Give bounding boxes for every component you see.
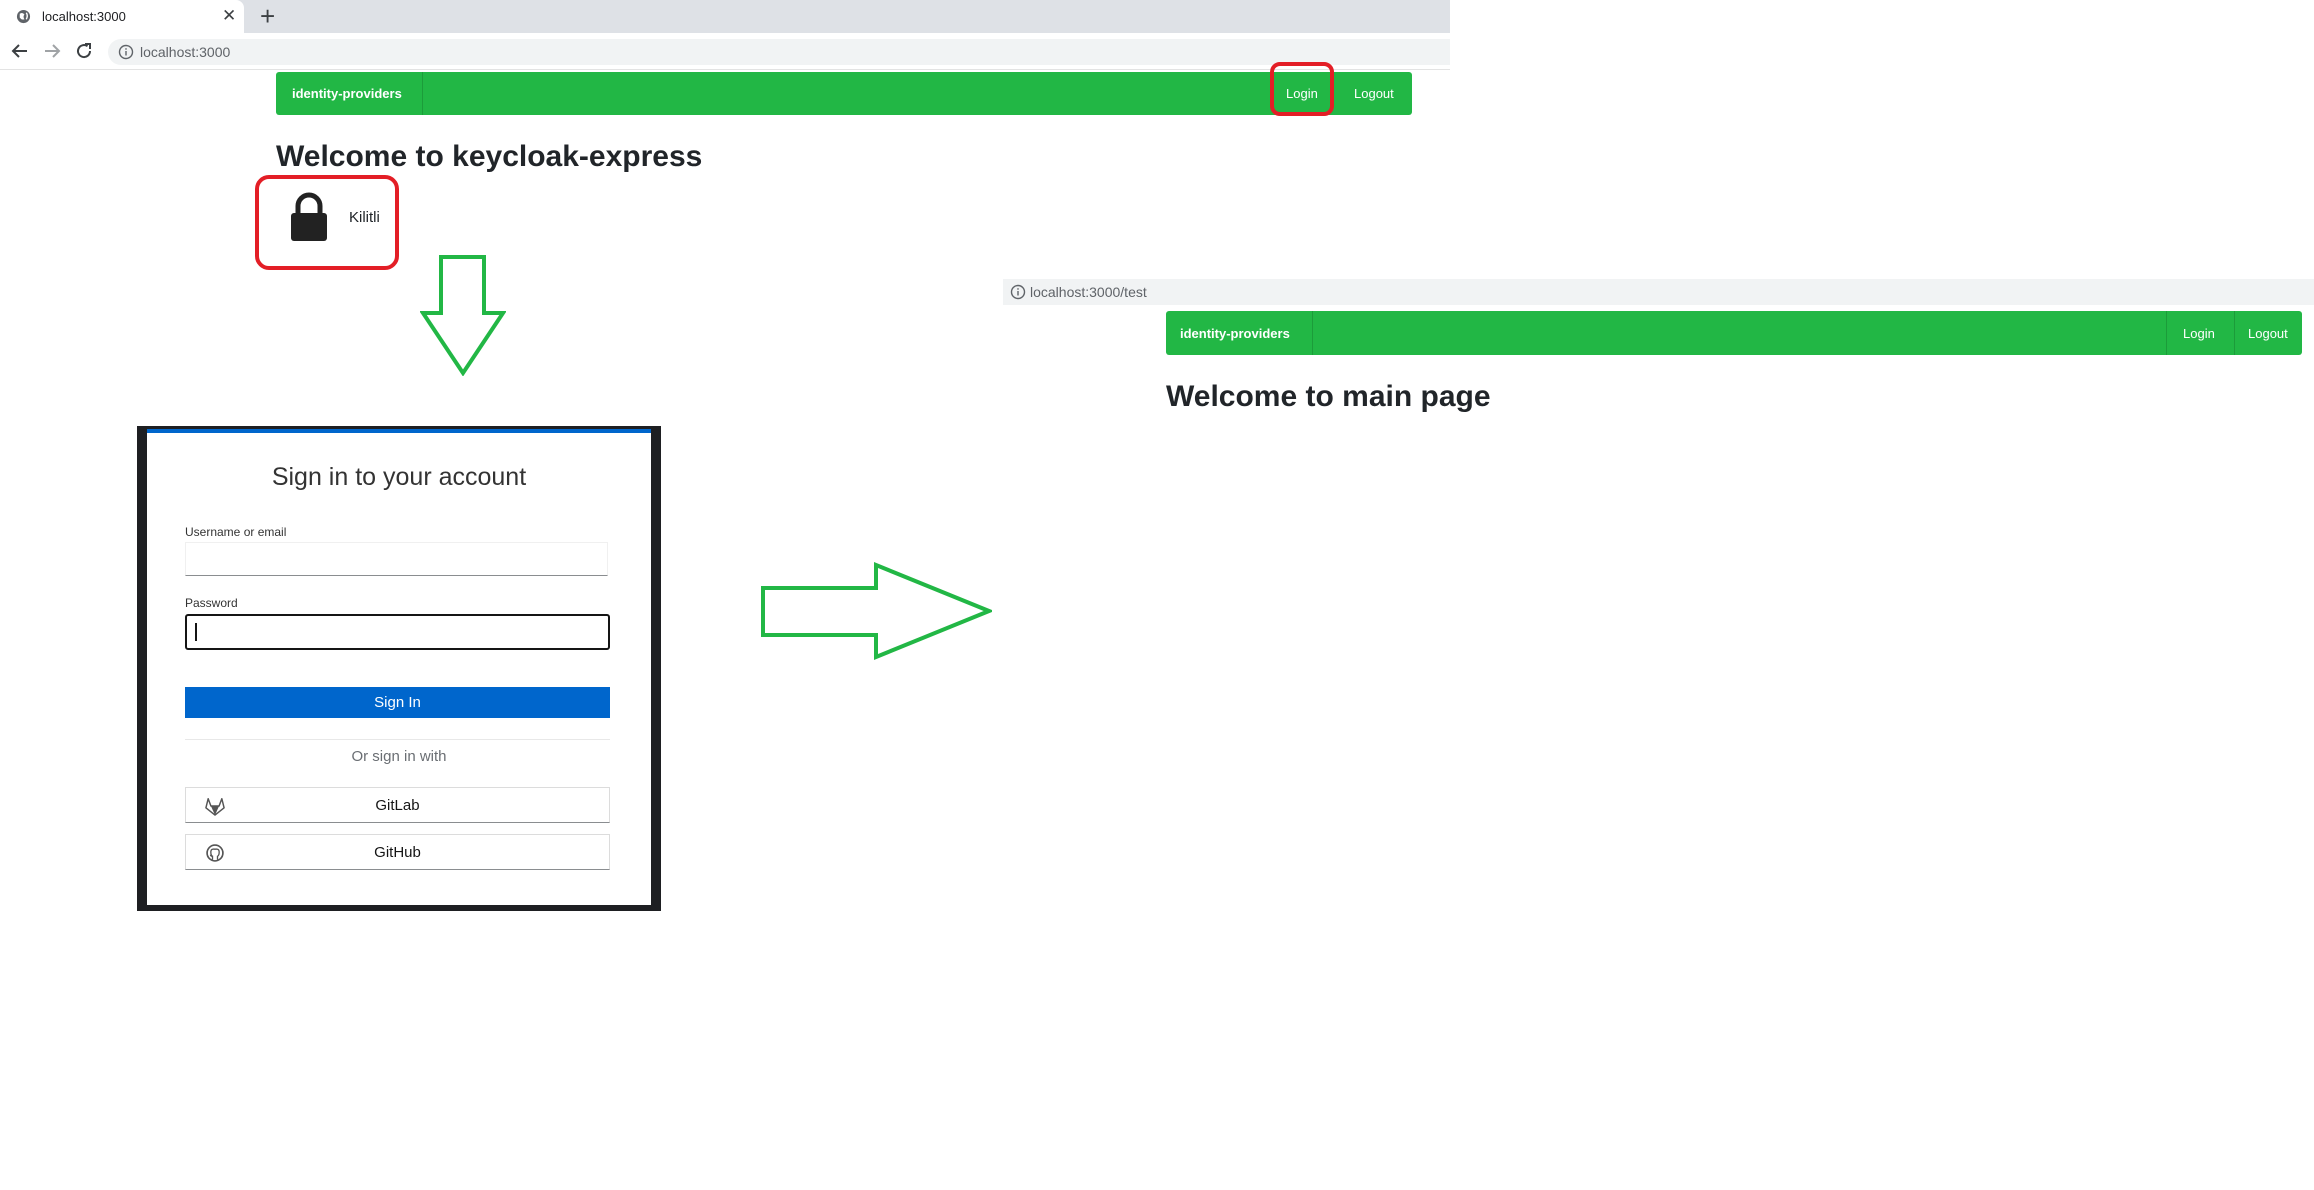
navbar-divider: [2166, 311, 2167, 355]
lock-label[interactable]: Kilitli: [349, 209, 380, 226]
or-sign-in-with-text: Or sign in with: [351, 748, 447, 765]
navbar-divider: [422, 72, 423, 115]
logout-link[interactable]: Logout: [2248, 326, 2288, 341]
login-highlight: [1270, 62, 1334, 116]
forward-arrow-icon[interactable]: [40, 39, 64, 63]
tab-strip: localhost:3000 ✕ +: [0, 0, 1450, 33]
divider: [185, 739, 610, 740]
url-text: localhost:3000: [140, 44, 231, 60]
lock-icon[interactable]: [290, 192, 328, 242]
reload-icon[interactable]: [72, 39, 96, 63]
page-title-main: Welcome to main page: [1166, 380, 1491, 413]
back-arrow-icon[interactable]: [8, 39, 32, 63]
sign-in-button[interactable]: Sign In: [185, 687, 610, 718]
login-title: Sign in to your account: [271, 463, 527, 491]
github-label: GitHub: [374, 844, 421, 861]
browser-tab[interactable]: localhost:3000 ✕: [0, 0, 244, 33]
navbar-divider: [2234, 311, 2235, 355]
info-icon[interactable]: [118, 44, 134, 60]
navbar-divider: [1312, 311, 1313, 355]
username-label: Username or email: [185, 525, 287, 539]
github-button[interactable]: GitHub: [185, 834, 610, 870]
new-tab-button[interactable]: +: [260, 1, 275, 32]
login-card: Sign in to your account Username or emai…: [147, 429, 651, 905]
logout-link[interactable]: Logout: [1354, 86, 1394, 101]
navbar: identity-providers Login Logout: [276, 72, 1412, 115]
password-field[interactable]: [185, 614, 610, 650]
tab-title: localhost:3000: [42, 9, 126, 24]
address-bar[interactable]: localhost:3000: [108, 39, 1450, 65]
navbar-main: identity-providers Login Logout: [1166, 311, 2302, 355]
page-title: Welcome to keycloak-express: [276, 140, 703, 173]
arrow-down-icon: [420, 255, 506, 376]
navbar-brand[interactable]: identity-providers: [292, 86, 402, 101]
address-bar-test[interactable]: localhost:3000/test: [1003, 279, 2314, 305]
url-text: localhost:3000/test: [1030, 284, 1147, 300]
tab-close-icon[interactable]: ✕: [222, 6, 236, 26]
browser-toolbar: localhost:3000: [0, 33, 1450, 70]
username-field[interactable]: [185, 542, 608, 576]
gitlab-button[interactable]: GitLab: [185, 787, 610, 823]
text-caret: [195, 623, 197, 641]
password-label: Password: [185, 596, 238, 610]
info-icon[interactable]: [1010, 284, 1026, 300]
globe-icon: [16, 9, 31, 24]
arrow-right-icon: [761, 562, 992, 660]
gitlab-label: GitLab: [375, 797, 420, 814]
navbar-brand[interactable]: identity-providers: [1180, 326, 1290, 341]
login-link[interactable]: Login: [2183, 326, 2215, 341]
